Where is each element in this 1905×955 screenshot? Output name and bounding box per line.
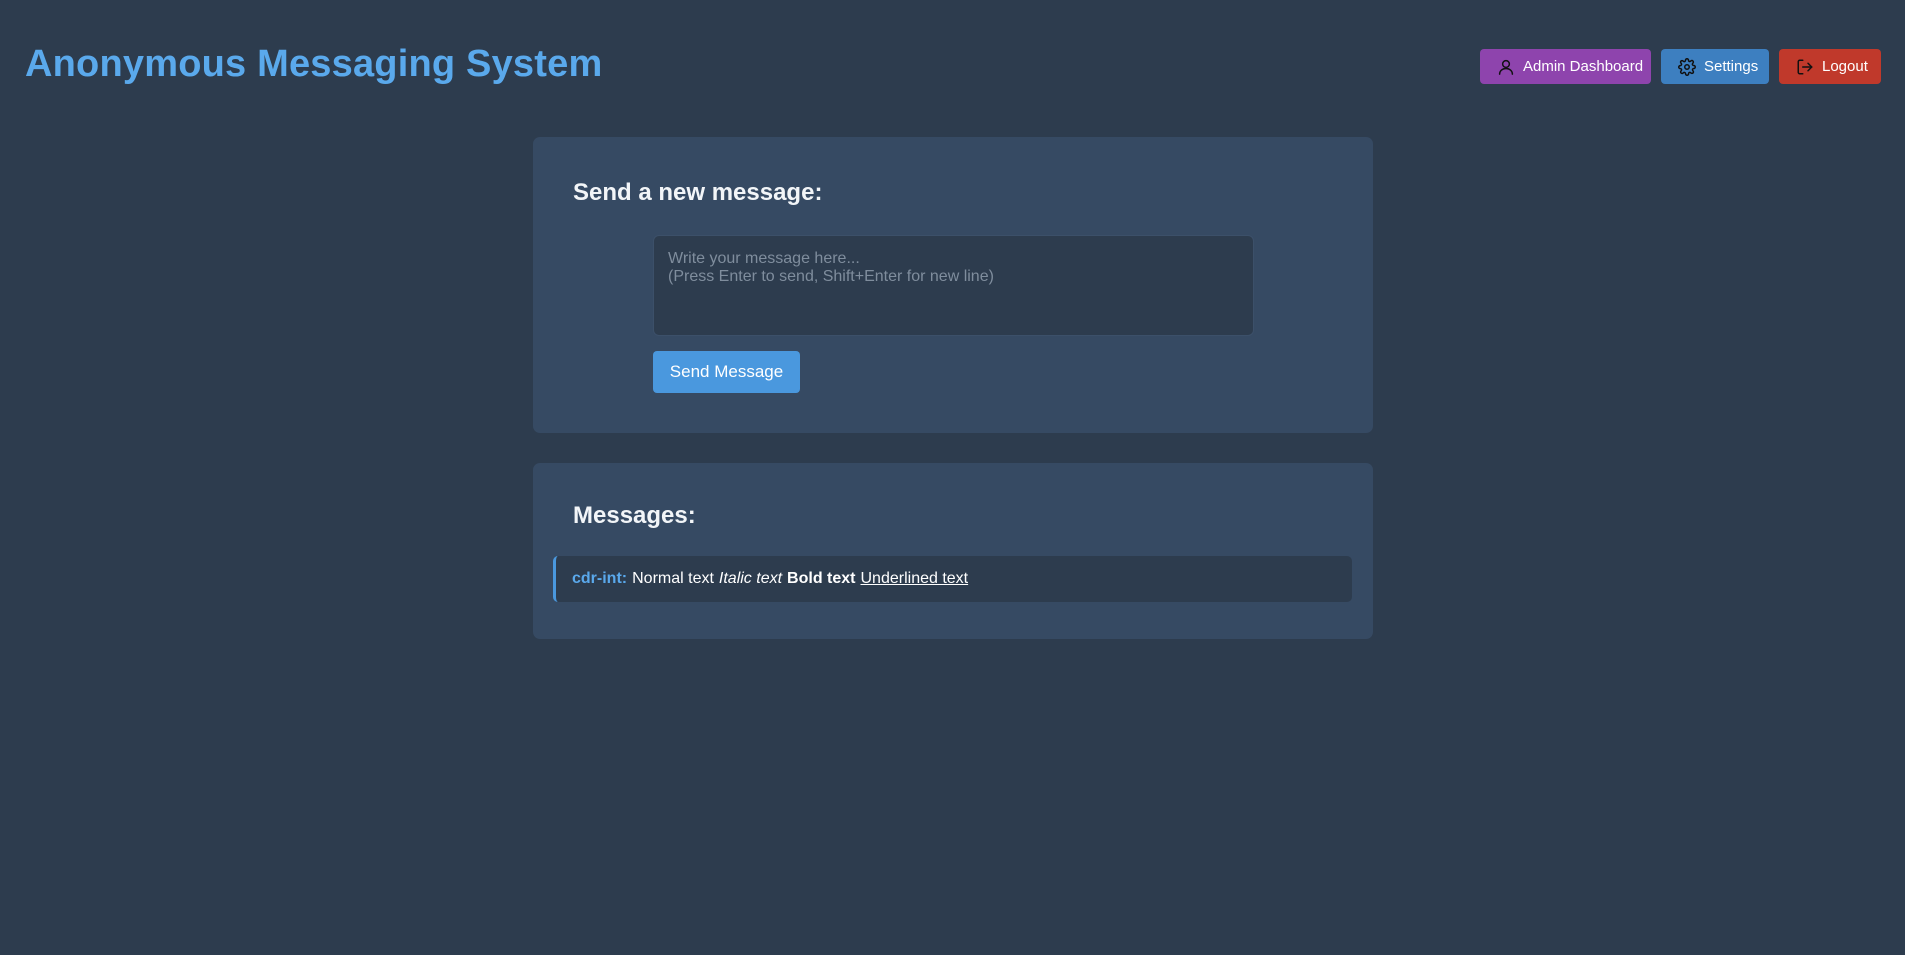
send-message-button[interactable]: Send Message bbox=[653, 351, 800, 393]
user-icon bbox=[1498, 59, 1514, 75]
top-nav: Admin Dashboard Settings Logout bbox=[1480, 49, 1881, 84]
message-italic-text: Italic text bbox=[718, 570, 783, 587]
admin-dashboard-button[interactable]: Admin Dashboard bbox=[1480, 49, 1651, 84]
logout-icon bbox=[1797, 59, 1813, 74]
message-item: cdr-int: Normal text Italic text Bold te… bbox=[553, 556, 1352, 602]
message-input[interactable] bbox=[653, 235, 1254, 336]
logout-label: Logout bbox=[1822, 58, 1868, 75]
settings-label: Settings bbox=[1704, 58, 1759, 75]
message-author: cdr-int bbox=[572, 570, 622, 587]
message-author-separator: : bbox=[621, 570, 628, 587]
app-title: Anonymous Messaging System bbox=[25, 43, 603, 85]
messages-card: Messages: cdr-int: Normal text Italic te… bbox=[533, 463, 1373, 639]
logout-button[interactable]: Logout bbox=[1779, 49, 1881, 84]
message-normal-text: Normal text bbox=[632, 570, 714, 587]
settings-button[interactable]: Settings bbox=[1661, 49, 1769, 84]
compose-card: Send a new message: Send Message bbox=[533, 137, 1373, 433]
messages-heading: Messages: bbox=[573, 502, 696, 529]
gear-icon bbox=[1678, 57, 1696, 76]
app-header: Anonymous Messaging System Admin Dashboa… bbox=[0, 0, 1905, 132]
message-underlined-text: Underlined text bbox=[860, 570, 969, 587]
message-bold-text: Bold text bbox=[787, 570, 856, 587]
admin-dashboard-label: Admin Dashboard bbox=[1523, 58, 1644, 75]
compose-heading: Send a new message: bbox=[573, 179, 823, 206]
